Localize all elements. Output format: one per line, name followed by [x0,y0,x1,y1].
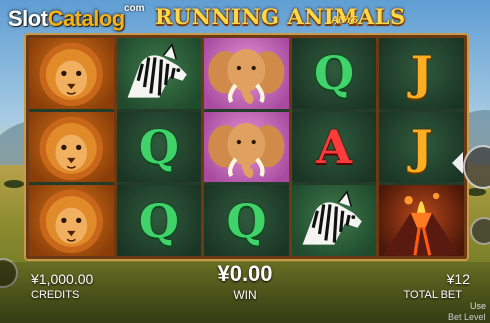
site-logo-suffix: com [124,3,145,14]
a-symbol: A [291,111,377,183]
credits-value: ¥1,000.00 [31,271,94,287]
autoplay-icon[interactable] [470,217,490,245]
symbol-letter: Q [314,46,355,101]
total-bet-label: TOTAL BET [403,289,462,301]
elephant-symbol-icon [204,111,289,183]
q-symbol: Q [116,185,202,257]
symbol-letter: J [410,46,433,101]
reel-2: QQ [116,38,202,257]
lion-symbol-icon [29,185,114,257]
tree-left [4,180,24,188]
reel-5: JJ [379,38,464,257]
zebra-symbol-icon [116,38,202,109]
total-bet-value[interactable]: ¥12 [410,271,470,287]
q-symbol: Q [116,111,202,183]
elephant-symbol-icon [204,38,289,109]
symbol-letter: Q [138,120,179,174]
reel-3: Q [204,38,289,257]
tree-right [466,188,486,196]
volcano-symbol-icon [379,185,464,257]
j-symbol: J [379,38,464,109]
symbol-letter: Q [138,193,179,248]
lion-symbol-icon [29,111,114,183]
bet-level-text: Bet Level [448,312,486,322]
credits-label: CREDITS [31,289,80,301]
zebra-symbol-icon [291,185,377,257]
q-symbol: Q [204,185,289,257]
game-badge: ANY6 [331,15,358,26]
reel-4: QA [291,38,377,257]
symbol-letter: A [316,120,352,174]
symbol-letter: Q [226,193,267,248]
reels: QQQQAJJ [29,38,464,257]
game-title: RUNNING ANIMALS [155,4,406,29]
chevron-left-icon[interactable] [452,152,463,174]
win-value: ¥0.00 [217,261,273,286]
reel-1 [29,38,114,257]
site-logo: SlotCatalog [8,6,125,31]
q-symbol: Q [291,38,377,109]
win-label: WIN [233,288,257,302]
lion-symbol-icon [29,38,114,109]
use-text: Use [470,301,487,311]
